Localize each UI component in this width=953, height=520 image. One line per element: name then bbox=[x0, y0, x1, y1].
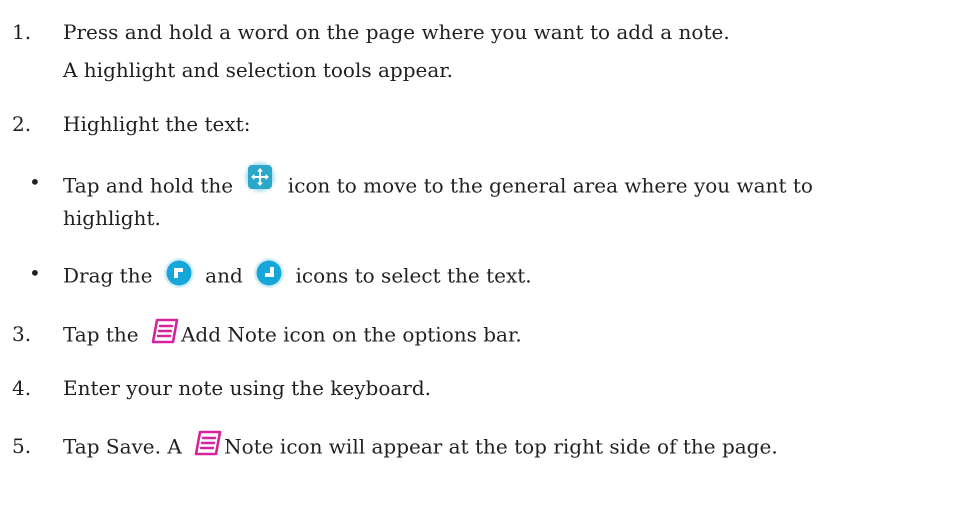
step-3-number: 3. bbox=[12, 322, 32, 346]
bullet-1-dot: • bbox=[29, 170, 41, 194]
selection-start-handle-icon bbox=[163, 257, 195, 289]
bullet-1-text: Tap and hold the icon to move to the gen… bbox=[63, 160, 813, 204]
bullet-2-text: Drag the and icons to select the text. bbox=[63, 258, 532, 293]
bullet-2-text-after: icons to select the text. bbox=[289, 263, 532, 288]
bullet-2-dot: • bbox=[29, 261, 41, 285]
step-4-text: Enter your note using the keyboard. bbox=[63, 376, 431, 400]
step-2-text: Highlight the text: bbox=[63, 112, 251, 136]
step-2-number: 2. bbox=[12, 112, 32, 136]
note-icon bbox=[194, 429, 224, 457]
step-1-continuation: A highlight and selection tools appear. bbox=[63, 58, 453, 82]
step-5-text: Tap Save. A Note icon will appear at the… bbox=[63, 430, 778, 462]
bullet-2-text-before: Drag the bbox=[63, 263, 159, 288]
add-note-icon bbox=[151, 317, 181, 345]
bullet-1-text-before: Tap and hold the bbox=[63, 173, 240, 198]
step-3-text-before: Tap the bbox=[63, 322, 145, 347]
selection-end-handle-icon bbox=[253, 257, 285, 289]
step-4-number: 4. bbox=[12, 376, 32, 400]
step-5-number: 5. bbox=[12, 434, 32, 458]
move-icon bbox=[243, 160, 278, 194]
step-1-number: 1. bbox=[12, 20, 32, 44]
step-5-text-after: Note icon will appear at the top right s… bbox=[224, 434, 778, 459]
bullet-2-text-middle: and bbox=[198, 263, 250, 288]
bullet-1-continuation: highlight. bbox=[63, 206, 161, 230]
step-1-text: Press and hold a word on the page where … bbox=[63, 20, 730, 44]
step-3-text-after: Add Note icon on the options bar. bbox=[180, 322, 522, 347]
step-5-text-before: Tap Save. A bbox=[63, 434, 189, 459]
step-3-text: Tap the Add Note icon on the options bar… bbox=[63, 318, 522, 350]
bullet-1-text-after: icon to move to the general area where y… bbox=[281, 173, 813, 198]
